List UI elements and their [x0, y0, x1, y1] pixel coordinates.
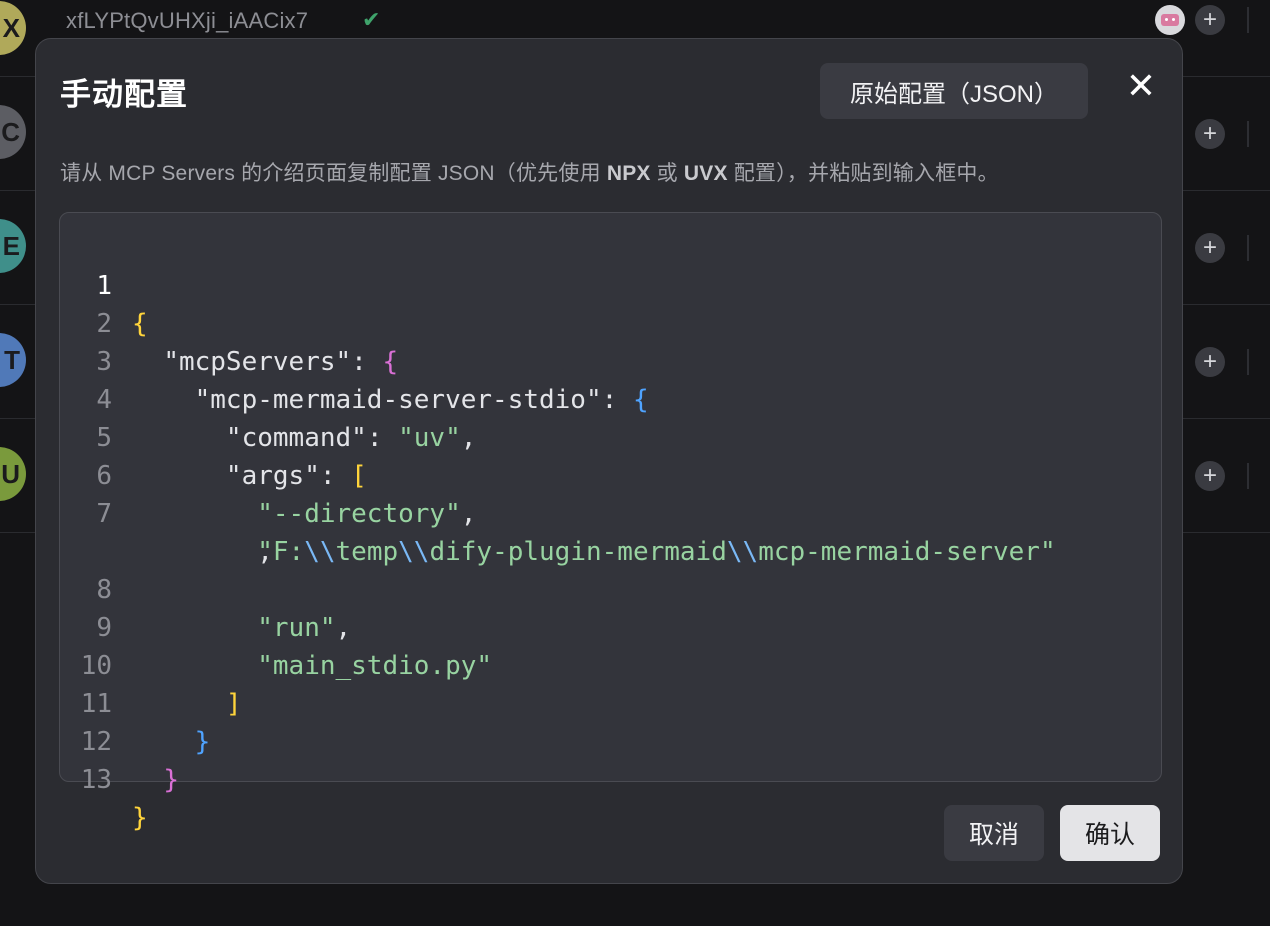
divider	[1247, 235, 1249, 261]
code-line: 9 "main_stdio.py"	[60, 571, 492, 681]
avatar: C	[0, 105, 26, 159]
add-icon[interactable]: +	[1195, 119, 1225, 149]
add-icon[interactable]: +	[1195, 347, 1225, 377]
code-line: 11 }	[60, 647, 211, 757]
code-line-wrap: ,	[132, 537, 273, 567]
avatar: X	[0, 1, 26, 55]
add-icon[interactable]: +	[1195, 5, 1225, 35]
avatar: U	[0, 447, 26, 501]
dialog-description: 请从 MCP Servers 的介绍页面复制配置 JSON（优先使用 NPX 或…	[60, 162, 999, 185]
cancel-button[interactable]: 取消	[944, 805, 1044, 861]
npx-label: NPX	[606, 162, 651, 185]
confirm-button[interactable]: 确认	[1060, 805, 1160, 861]
avatar: E	[0, 219, 26, 273]
code-line: 12 }	[60, 685, 179, 795]
code-line: 10 ]	[60, 609, 242, 719]
bot-icon	[1155, 5, 1185, 35]
line-number: 13	[80, 765, 112, 795]
avatar: T	[0, 333, 26, 387]
code-line: 3 "mcp-mermaid-server-stdio": {	[60, 305, 648, 415]
add-icon[interactable]: +	[1195, 461, 1225, 491]
uvx-label: UVX	[683, 162, 728, 185]
check-icon: ✔	[362, 7, 381, 32]
json-code-editor[interactable]: 1 { 2 "mcpServers": { 3 "mcp-mermaid-ser…	[59, 212, 1162, 833]
dialog-title: 手动配置	[60, 77, 188, 112]
raw-json-button[interactable]: 原始配置（JSON）	[820, 63, 1088, 119]
manual-config-dialog: 手动配置 原始配置（JSON） ✕ 请从 MCP Servers 的介绍页面复制…	[35, 38, 1183, 884]
code-line: 5 "args": [	[60, 381, 366, 491]
divider	[1247, 121, 1249, 147]
code-line: 4 "command": "uv",	[60, 343, 476, 453]
divider	[1247, 7, 1249, 33]
divider	[1247, 349, 1249, 375]
code-line: 8 "run",	[60, 533, 351, 643]
code-line: 2 "mcpServers": {	[60, 267, 398, 377]
divider	[1247, 463, 1249, 489]
code-line: 1 {	[60, 229, 154, 339]
code-line: 6 "--directory",	[60, 419, 476, 529]
close-icon[interactable]: ✕	[1124, 68, 1158, 104]
server-name: xfLYPtQvUHXji_iAACix7	[66, 8, 309, 33]
code-line: 13 }	[60, 723, 154, 833]
code-line: 7 "F:\\temp\\dify-plugin-mermaid\\mcp-me…	[60, 457, 1055, 567]
add-icon[interactable]: +	[1195, 233, 1225, 263]
